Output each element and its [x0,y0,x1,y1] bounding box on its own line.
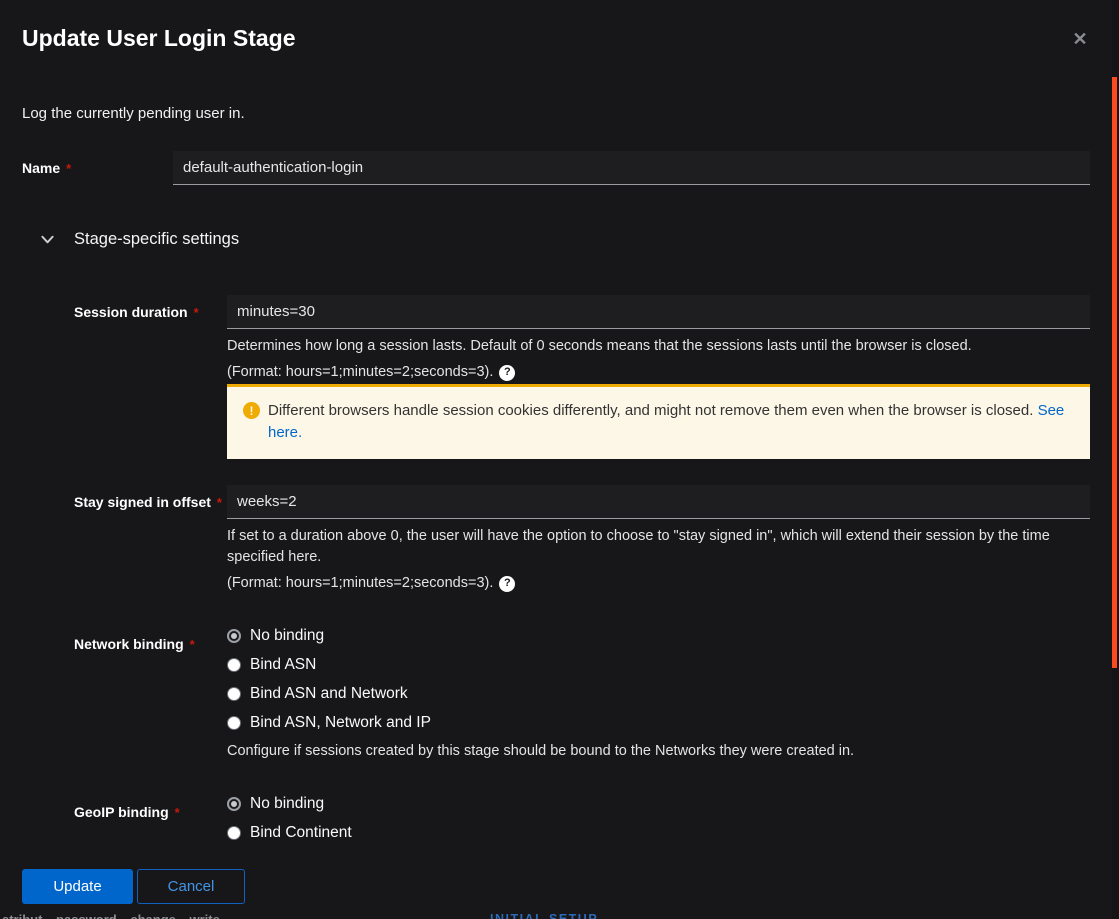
stay-signed-in-offset-row: Stay signed in offset* If set to a durat… [22,485,1090,592]
stay-signed-in-offset-label: Stay signed in offset * [74,494,222,510]
radio-option-bind-asn-network[interactable]: Bind ASN and Network [227,685,1090,703]
geoip-binding-row: GeoIP binding * No binding Bind Continent [22,795,1090,842]
radio-unchecked-icon[interactable] [227,687,241,701]
session-duration-input[interactable] [227,295,1090,329]
radio-checked-icon[interactable] [227,629,241,643]
radio-option-bind-asn[interactable]: Bind ASN [227,656,1090,674]
chevron-down-icon [41,235,54,244]
stay-signed-in-offset-format-help: (Format: hours=1;minutes=2;seconds=3). ? [227,575,1090,592]
name-label: Name * [22,160,72,176]
required-asterisk: * [193,305,199,320]
update-button[interactable]: Update [22,869,133,904]
name-field-row: Name * [22,151,1090,185]
background-clipped-heading: INITIAL SETUP [490,912,599,919]
radio-option-no-binding[interactable]: No binding [227,627,1090,645]
background-clipped-text: atribut password change write [2,911,422,919]
close-icon[interactable]: ✕ [1069,28,1091,50]
stage-description: Log the currently pending user in. [22,105,245,122]
radio-option-geoip-no-binding[interactable]: No binding [227,795,1090,813]
scrollbar-thumb[interactable] [1112,77,1117,668]
radio-unchecked-icon[interactable] [227,658,241,672]
session-cookie-warning-alert: ! Different browsers handle session cook… [227,384,1090,459]
stay-signed-in-offset-help: If set to a duration above 0, the user w… [227,528,1050,565]
network-binding-row: Network binding * No binding Bind ASN Bin… [22,627,1090,760]
radio-option-bind-continent[interactable]: Bind Continent [227,824,1090,842]
session-duration-help: Determines how long a session lasts. Def… [227,338,972,354]
question-circle-icon[interactable]: ? [499,575,516,592]
radio-unchecked-icon[interactable] [227,826,241,840]
session-duration-row: Session duration* Determines how long a … [22,295,1090,459]
modal-actions: Update Cancel [22,869,1090,904]
required-asterisk: * [174,805,180,820]
session-duration-label: Session duration * [74,304,199,320]
cancel-button[interactable]: Cancel [137,869,245,904]
stage-specific-settings-expander[interactable]: Stage-specific settings [22,229,1090,250]
question-circle-icon[interactable]: ? [499,364,516,381]
required-asterisk: * [216,495,222,510]
modal-content: Update User Login Stage Log the currentl… [22,0,1090,904]
warning-text: Different browsers handle session cookie… [268,402,1065,441]
required-asterisk: * [66,161,72,176]
geoip-binding-label: GeoIP binding * [74,804,180,820]
network-binding-label: Network binding * [74,636,195,652]
page-title: Update User Login Stage [22,25,296,51]
radio-option-bind-asn-network-ip[interactable]: Bind ASN, Network and IP [227,714,1090,732]
session-duration-format-help: (Format: hours=1;minutes=2;seconds=3). ? [227,364,1090,381]
expander-label: Stage-specific settings [74,230,240,248]
stay-signed-in-offset-input[interactable] [227,485,1090,519]
name-input[interactable] [173,151,1090,185]
exclamation-circle-icon: ! [243,402,260,419]
radio-checked-icon[interactable] [227,797,241,811]
network-binding-help: Configure if sessions created by this st… [227,743,855,759]
required-asterisk: * [189,637,195,652]
radio-unchecked-icon[interactable] [227,716,241,730]
